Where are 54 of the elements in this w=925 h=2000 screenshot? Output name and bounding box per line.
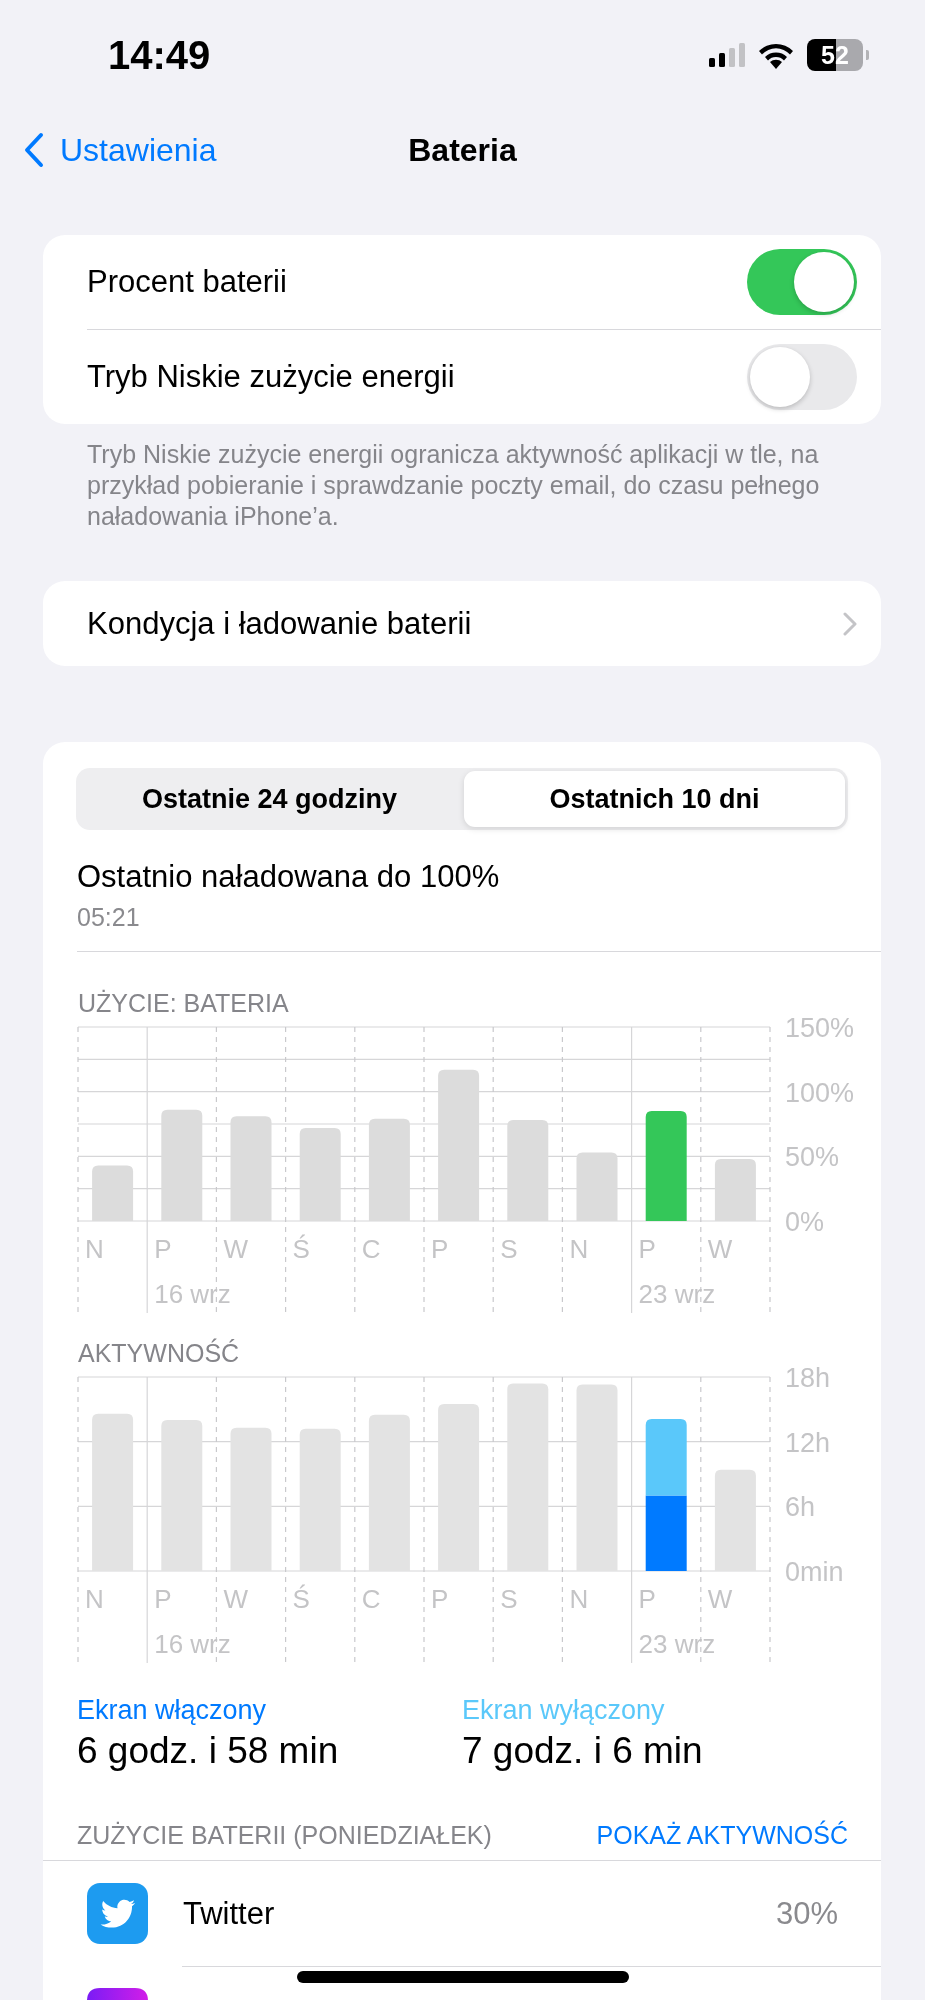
footer-note: Tryb Niskie zużycie energii ogranicza aktywność aplikacji w tle, na przykład pobieranie i sprawdzanie poczty email, do czasu pełnego naładowania iPhone’a. bbox=[86, 439, 821, 532]
list-row[interactable]: Kondycja i ładowanie baterii bbox=[43, 581, 881, 666]
axis-label: 150% bbox=[785, 1013, 855, 1043]
day-label: S bbox=[500, 1234, 518, 1264]
date-label: 23 wrz bbox=[638, 1279, 716, 1309]
day-label: P bbox=[638, 1584, 656, 1614]
duration-value: 6 godz. i 58 min bbox=[77, 1729, 340, 1773]
axis-label: 18h bbox=[785, 1363, 831, 1393]
date-label: 16 wrz bbox=[154, 1629, 231, 1659]
usage-percent: 30% bbox=[775, 1895, 838, 1932]
app-name: Twitter bbox=[183, 1895, 276, 1932]
legend-label: Ekran włączony bbox=[77, 1694, 268, 1726]
day-label: Ś bbox=[292, 1234, 310, 1264]
axis-label: 100% bbox=[785, 1077, 855, 1108]
day-label: P bbox=[154, 1584, 172, 1614]
last-charge-title: Ostatnio naładowana do 100% bbox=[77, 858, 501, 896]
page-title: Bateria bbox=[408, 131, 517, 169]
day-label: W bbox=[223, 1584, 248, 1614]
day-label: N bbox=[85, 1584, 104, 1614]
day-label: W bbox=[707, 1234, 733, 1264]
segment-tab[interactable]: Ostatnie 24 godziny bbox=[79, 771, 460, 827]
date-label: 16 wrz bbox=[154, 1279, 231, 1309]
day-label: S bbox=[500, 1584, 518, 1614]
day-label: P bbox=[154, 1234, 172, 1264]
legend-label: Ekran wyłączony bbox=[462, 1694, 666, 1726]
day-label: N bbox=[569, 1584, 589, 1614]
duration-value: 7 godz. i 6 min bbox=[462, 1729, 704, 1773]
axis-label: 6h bbox=[785, 1492, 816, 1523]
day-label: P bbox=[638, 1234, 656, 1264]
chart-title: AKTYWNOŚĆ bbox=[77, 1337, 241, 1369]
chart-title: UŻYCIE: BATERIA bbox=[77, 988, 290, 1019]
axis-label: 50% bbox=[785, 1142, 840, 1173]
segment-tab[interactable]: Ostatnich 10 dni bbox=[464, 771, 845, 827]
section-header: ZUŻYCIE BATERII (PONIEDZIAŁEK) bbox=[77, 1820, 492, 1851]
status-time: 14:49 bbox=[108, 32, 211, 78]
day-label: N bbox=[569, 1234, 589, 1264]
axis-label: 0min bbox=[785, 1557, 844, 1587]
show-activity-link[interactable]: POKAŻ AKTYWNOŚĆ bbox=[596, 1819, 848, 1851]
day-label: C bbox=[361, 1234, 381, 1264]
day-label: N bbox=[85, 1234, 104, 1264]
axis-label: 12h bbox=[785, 1427, 831, 1458]
back-button[interactable]: Ustawienia bbox=[24, 110, 217, 190]
day-label: W bbox=[223, 1234, 248, 1264]
toggle-label: Tryb Niskie zużycie energii bbox=[87, 359, 455, 395]
axis-label: 0% bbox=[785, 1207, 825, 1237]
day-label: Ś bbox=[292, 1584, 310, 1614]
last-charge-time: 05:21 bbox=[77, 902, 141, 932]
day-label: C bbox=[361, 1584, 381, 1614]
day-label: P bbox=[431, 1584, 449, 1614]
date-label: 23 wrz bbox=[638, 1629, 716, 1659]
toggle-label: Procent baterii bbox=[87, 264, 287, 300]
day-label: W bbox=[707, 1584, 733, 1614]
row-label: Kondycja i ładowanie baterii bbox=[87, 605, 472, 642]
day-label: P bbox=[431, 1234, 449, 1264]
